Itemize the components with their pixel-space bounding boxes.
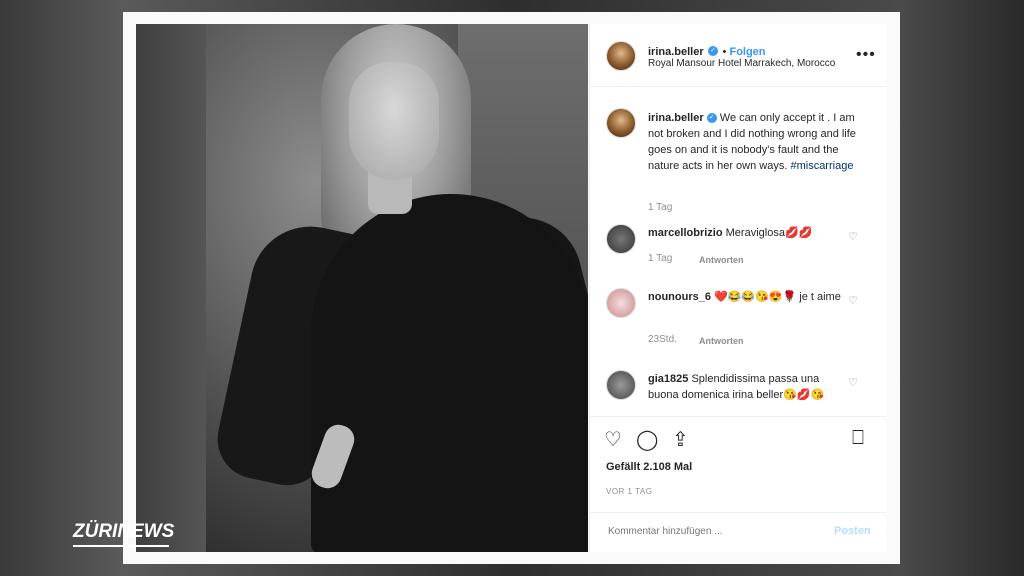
comment-like-icon[interactable]: ♡	[848, 230, 858, 243]
post-comment-button[interactable]: Posten	[834, 525, 871, 537]
caption-username[interactable]: irina.beller	[648, 112, 704, 124]
post-age: VOR 1 TAG	[606, 487, 653, 496]
action-bar: ♡ ◯ ⇪ ⎕ Gefällt 2.108 Mal VOR 1 TAG Post…	[590, 416, 886, 553]
comment-icon[interactable]: ◯	[636, 427, 658, 452]
more-options-icon[interactable]: •••	[856, 46, 876, 64]
comment-time: 23Std.	[648, 334, 677, 345]
comment-text: marcellobrizio Meraviglosa💋💋	[648, 225, 848, 241]
hashtag-link[interactable]: #miscarriage	[790, 160, 853, 172]
comment-text: gia1825 Splendidissima passa una buona d…	[648, 371, 848, 403]
photo-face	[349, 62, 439, 180]
comment-avatar[interactable]	[606, 370, 636, 400]
caption-avatar[interactable]	[606, 108, 636, 138]
verified-icon: ✓	[708, 45, 719, 56]
reply-button[interactable]: Antworten	[699, 255, 744, 265]
post-side-panel: irina.beller ✓ • Folgen Royal Mansour Ho…	[589, 24, 886, 552]
photo-door	[136, 24, 206, 552]
comment-like-icon[interactable]: ♡	[848, 294, 858, 307]
add-comment-bar: Posten	[590, 512, 886, 554]
likes-count[interactable]: Gefällt 2.108 Mal	[606, 461, 692, 473]
comment-username[interactable]: nounours_6	[648, 291, 711, 303]
comment-avatar[interactable]	[606, 288, 636, 318]
post-photo[interactable]	[136, 24, 588, 552]
caption-time: 1 Tag	[648, 202, 673, 213]
channel-logo: ZÜRINEWS	[73, 521, 175, 547]
logo-underline	[73, 545, 169, 547]
comment-body: Meraviglosa💋💋	[725, 227, 813, 239]
comment-username[interactable]: gia1825	[648, 373, 688, 385]
comment-avatar[interactable]	[606, 224, 636, 254]
caption: irina.beller ✓ We can only accept it . I…	[648, 110, 870, 174]
photo-dress	[311, 194, 588, 552]
comment-text: nounours_6 ❤️😂😂😘😍🌹 je t aime	[648, 289, 848, 305]
comment-body: ❤️😂😂😘😍🌹 je t aime	[714, 291, 841, 303]
author-avatar[interactable]	[606, 41, 636, 71]
location-link[interactable]: Royal Mansour Hotel Marrakech, Morocco	[648, 58, 835, 69]
reply-button[interactable]: Antworten	[699, 336, 744, 346]
follow-button[interactable]: Folgen	[729, 46, 765, 58]
comment-input[interactable]	[606, 525, 810, 538]
share-icon[interactable]: ⇪	[672, 427, 689, 452]
comment-username[interactable]: marcellobrizio	[648, 227, 723, 239]
comment-time: 1 Tag	[648, 253, 673, 264]
bookmark-icon[interactable]: ⎕	[852, 427, 864, 450]
like-icon[interactable]: ♡	[604, 427, 622, 452]
post-header: irina.beller ✓ • Folgen Royal Mansour Ho…	[590, 24, 886, 87]
author-username[interactable]: irina.beller	[648, 46, 704, 58]
comment-like-icon[interactable]: ♡	[848, 376, 858, 389]
channel-logo-text: ZÜRINEWS	[73, 521, 175, 542]
verified-icon: ✓	[706, 113, 717, 124]
